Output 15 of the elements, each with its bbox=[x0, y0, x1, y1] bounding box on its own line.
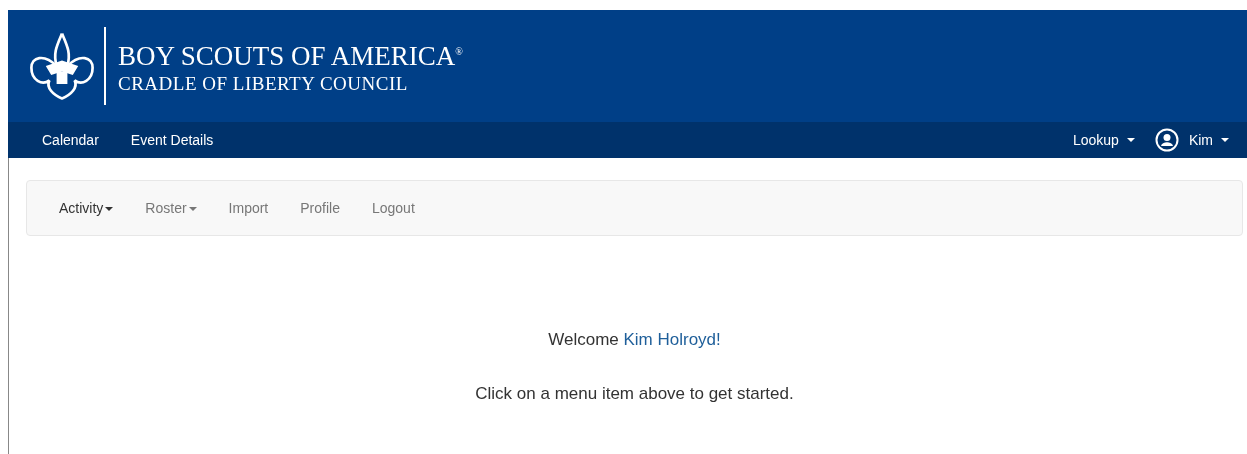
nav-dropdown[interactable]: Lookup bbox=[1072, 132, 1135, 148]
menu-item[interactable]: Import bbox=[228, 200, 269, 216]
nav-link[interactable]: Calendar bbox=[42, 132, 99, 148]
council-subtitle: CRADLE OF LIBERTY COUNCIL bbox=[118, 73, 409, 95]
menu-item[interactable]: Logout bbox=[371, 200, 415, 216]
menu-item[interactable]: Activity bbox=[59, 200, 114, 216]
nav-dropdown[interactable]: Kim bbox=[1188, 132, 1229, 148]
menu-item[interactable]: Roster bbox=[145, 200, 197, 216]
instruction-text: Click on a menu item above to get started. bbox=[474, 384, 795, 404]
nav-link[interactable]: Event Details bbox=[130, 132, 214, 148]
menu-item[interactable]: Profile bbox=[300, 200, 340, 216]
user-name: Kim Holroyd! bbox=[623, 330, 721, 349]
organization-title: BOY SCOUTS OF AMERICA$^{®}$ bbox=[118, 40, 463, 71]
welcome-text: Welcome bbox=[548, 330, 619, 349]
user-icon bbox=[1154, 128, 1179, 152]
